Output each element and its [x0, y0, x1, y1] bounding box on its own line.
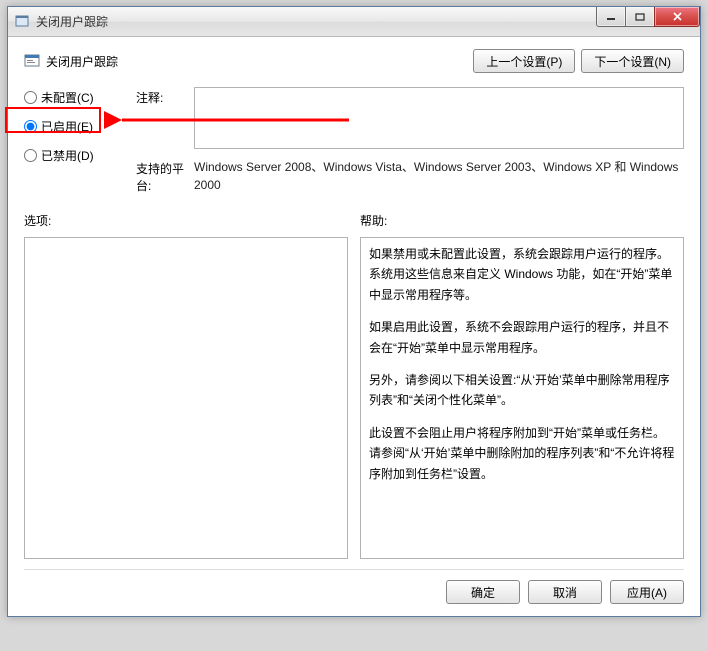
supported-label: 支持的平台:: [136, 158, 194, 194]
radio-not-configured-label: 未配置(C): [41, 89, 94, 106]
window-title: 关闭用户跟踪: [36, 13, 108, 30]
maximize-button[interactable]: [625, 7, 655, 27]
radio-enabled-input[interactable]: [24, 120, 37, 133]
dialog-footer: 确定 取消 应用(A): [24, 569, 684, 608]
window-controls: [597, 7, 700, 27]
help-label: 帮助:: [360, 212, 684, 229]
help-panel[interactable]: 如果禁用或未配置此设置，系统会跟踪用户运行的程序。系统用这些信息来自定义 Win…: [360, 237, 684, 559]
titlebar[interactable]: 关闭用户跟踪: [8, 7, 700, 37]
ok-button[interactable]: 确定: [446, 580, 520, 604]
app-icon: [14, 14, 30, 30]
radio-not-configured[interactable]: 未配置(C): [24, 89, 136, 106]
help-paragraph: 另外，请参阅以下相关设置:“从‘开始’菜单中删除常用程序列表”和“关闭个性化菜单…: [369, 370, 675, 411]
help-paragraph: 如果启用此设置，系统不会跟踪用户运行的程序，并且不会在“开始”菜单中显示常用程序…: [369, 317, 675, 358]
radio-not-configured-input[interactable]: [24, 91, 37, 104]
radio-enabled-label: 已启用(E): [41, 118, 93, 135]
help-text: 如果禁用或未配置此设置，系统会跟踪用户运行的程序。系统用这些信息来自定义 Win…: [361, 238, 683, 502]
previous-setting-button[interactable]: 上一个设置(P): [473, 49, 575, 73]
options-label: 选项:: [24, 212, 348, 229]
help-paragraph: 如果禁用或未配置此设置，系统会跟踪用户运行的程序。系统用这些信息来自定义 Win…: [369, 244, 675, 305]
state-radio-group: 未配置(C) 已启用(E) 已禁用(D): [24, 87, 136, 164]
comment-label: 注释:: [136, 87, 194, 106]
help-paragraph: 此设置不会阻止用户将程序附加到“开始”菜单或任务栏。请参阅“从‘开始’菜单中删除…: [369, 423, 675, 484]
comment-textarea[interactable]: [194, 87, 684, 149]
cancel-button[interactable]: 取消: [528, 580, 602, 604]
next-setting-button[interactable]: 下一个设置(N): [581, 49, 684, 73]
dialog-window: 关闭用户跟踪: [7, 6, 701, 617]
radio-disabled[interactable]: 已禁用(D): [24, 147, 136, 164]
panels-row: 选项: 帮助: 如果禁用或未配置此设置，系统会跟踪用户运行的程序。系统用这些信息…: [24, 212, 684, 559]
page-title: 关闭用户跟踪: [46, 53, 118, 70]
radio-disabled-input[interactable]: [24, 149, 37, 162]
content-area: 关闭用户跟踪 上一个设置(P) 下一个设置(N) 未配置(C) 已启用(E): [8, 37, 700, 616]
apply-button[interactable]: 应用(A): [610, 580, 684, 604]
minimize-button[interactable]: [596, 7, 626, 27]
header-row: 关闭用户跟踪 上一个设置(P) 下一个设置(N): [24, 49, 684, 73]
supported-platforms: Windows Server 2008、Windows Vista、Window…: [194, 158, 684, 194]
options-panel[interactable]: [24, 237, 348, 559]
radio-disabled-label: 已禁用(D): [41, 147, 94, 164]
policy-icon: [24, 53, 40, 69]
close-button[interactable]: [654, 7, 700, 27]
radio-enabled[interactable]: 已启用(E): [24, 118, 136, 135]
